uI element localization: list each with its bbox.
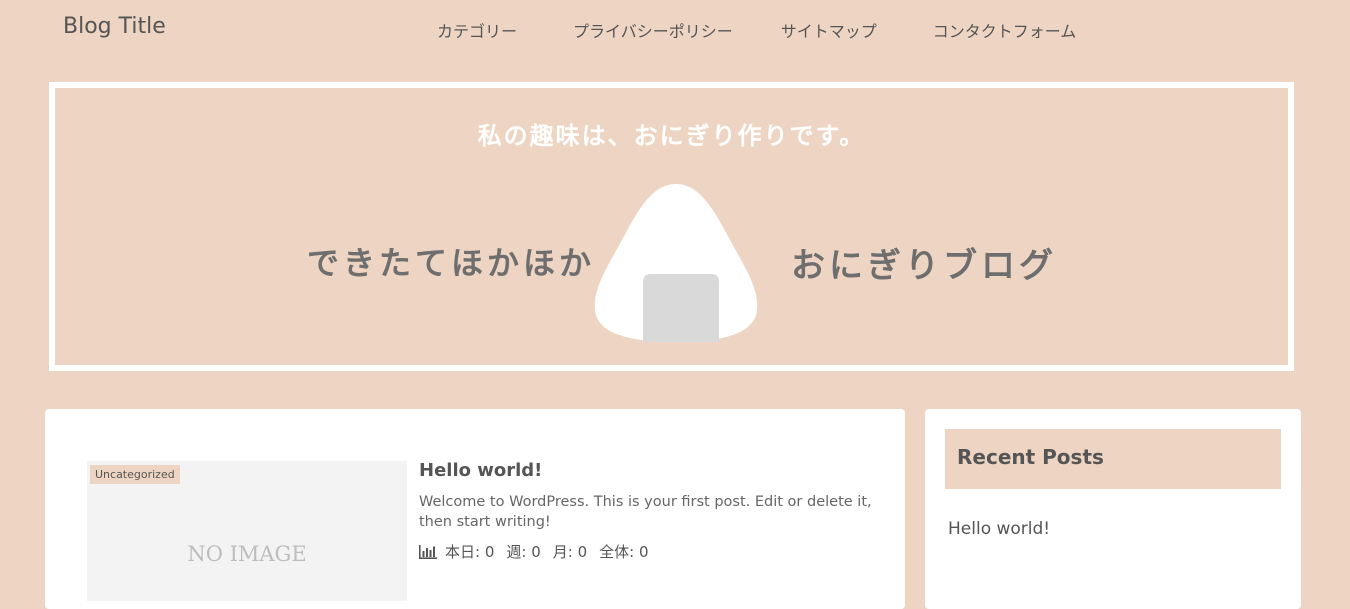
post-list-card: Uncategorized NO IMAGE Hello world! Welc…	[45, 409, 905, 609]
banner-right-text: おにぎりブログ	[791, 246, 1057, 286]
category-badge[interactable]: Uncategorized	[90, 465, 180, 484]
post-excerpt: Welcome to WordPress. This is your first…	[419, 494, 872, 530]
stat-today: 本日: 0	[445, 543, 495, 561]
sidebar-widget: Recent Posts Hello world!	[925, 409, 1301, 609]
nav-item-category[interactable]: カテゴリー	[437, 18, 517, 42]
nav-item-contact-form[interactable]: コンタクトフォーム	[933, 18, 1077, 42]
onigiri-icon	[594, 184, 758, 342]
stat-total: 全体: 0	[599, 543, 649, 561]
post-thumbnail[interactable]: Uncategorized NO IMAGE	[87, 461, 407, 601]
post-title-link[interactable]: Hello world!	[419, 460, 542, 481]
bar-chart-icon	[419, 544, 437, 559]
recent-post-link[interactable]: Hello world!	[948, 519, 1050, 539]
stat-week: 週: 0	[506, 543, 541, 561]
no-image-placeholder: NO IMAGE	[187, 542, 307, 566]
stat-month: 月: 0	[552, 543, 588, 561]
header-banner[interactable]: 私の趣味は、おにぎり作りです。 できたてほかほか おにぎりブログ	[49, 82, 1294, 371]
site-header: Blog Title カテゴリー プライバシーポリシー サイトマップ コンタクト…	[0, 0, 1350, 60]
main-nav: カテゴリー プライバシーポリシー サイトマップ コンタクトフォーム	[437, 18, 1076, 42]
widget-title: Recent Posts	[945, 429, 1281, 489]
nav-item-sitemap[interactable]: サイトマップ	[781, 18, 877, 42]
post-view-stats: 本日: 0 週: 0 月: 0 全体: 0	[419, 541, 661, 562]
banner-left-text: できたてほかほか	[307, 244, 596, 282]
banner-tagline: 私の趣味は、おにぎり作りです。	[477, 122, 866, 150]
nav-item-privacy-policy[interactable]: プライバシーポリシー	[573, 18, 733, 42]
site-title-link[interactable]: Blog Title	[63, 14, 166, 39]
